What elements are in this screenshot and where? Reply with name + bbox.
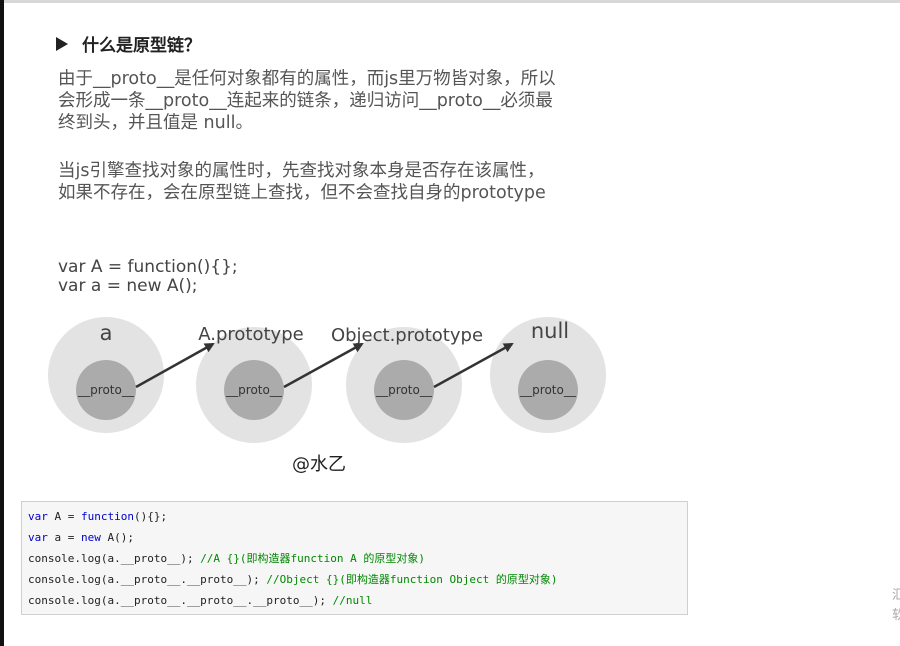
prototype-chain-diagram: a __proto__ A.prototype __proto__ Object…: [0, 310, 700, 480]
code-line: var a = new A();: [28, 529, 687, 550]
diagram-node-null: null __proto__: [490, 317, 606, 433]
section-heading: 什么是原型链？: [56, 31, 201, 56]
code-comment: //A {}(即构造器function A 的原型对象): [200, 552, 426, 565]
node-inner-label: __proto__: [519, 383, 577, 397]
diagram-node-a-prototype: A.prototype __proto__: [196, 324, 312, 443]
diagram-node-object-prototype: Object.prototype __proto__: [331, 325, 483, 443]
heading-text: 什么是原型链？: [82, 36, 201, 56]
cropped-char: 汇: [892, 588, 900, 603]
paragraph-line: 当js引擎查找对象的属性时，先查找对象本身是否存在该属性，: [58, 161, 545, 181]
sample-code-line: var a = new A();: [58, 276, 198, 296]
author-watermark: @水乙: [292, 454, 346, 475]
code-comment: //Object {}(即构造器function Object 的原型对象): [266, 573, 558, 586]
sample-code-line: var A = function(){};: [58, 257, 238, 277]
node-label: a: [100, 321, 113, 345]
node-inner-label: __proto__: [77, 383, 135, 397]
cropped-char: 软: [892, 608, 900, 623]
code-text: console.log(a.__proto__.__proto__);: [28, 573, 267, 586]
paragraph-line: 会形成一条__proto__连起来的链条，递归访问__proto__必须最: [58, 91, 553, 111]
node-inner-label: __proto__: [375, 383, 433, 397]
code-text: (){};: [133, 510, 168, 523]
code-keyword: var: [28, 510, 48, 523]
code-text: A =: [47, 510, 81, 523]
code-comment: //null: [332, 594, 373, 607]
paragraph-lookup: 当js引擎查找对象的属性时，先查找对象本身是否存在该属性， 如果不存在，会在原型…: [58, 160, 546, 204]
code-line: console.log(a.__proto__.__proto__); //Ob…: [28, 571, 687, 592]
top-divider: [0, 0, 900, 3]
cropped-sidebar-text: 汇 软: [892, 586, 900, 626]
node-label: Object.prototype: [331, 325, 483, 346]
code-text: a =: [47, 531, 81, 544]
code-text: console.log(a.__proto__.__proto__.__prot…: [28, 594, 333, 607]
code-line: console.log(a.__proto__); //A {}(即构造器fun…: [28, 550, 687, 571]
paragraph-line: 如果不存在，会在原型链上查找，但不会查找自身的prototype: [58, 183, 546, 203]
code-keyword: function: [81, 510, 134, 523]
code-line: var A = function(){};: [28, 508, 687, 529]
triangle-bullet-icon: [56, 36, 68, 51]
code-line: console.log(a.__proto__.__proto__.__prot…: [28, 592, 687, 613]
node-label: A.prototype: [198, 324, 303, 345]
paragraph-line: 终到头，并且值是 null。: [58, 113, 253, 133]
paragraph-proto-chain: 由于__proto__是任何对象都有的属性，而js里万物皆对象，所以 会形成一条…: [58, 68, 556, 134]
node-label: null: [531, 319, 569, 343]
code-block: var A = function(){}; var a = new A(); c…: [21, 501, 688, 615]
code-keyword: new: [81, 531, 101, 544]
code-keyword: var: [28, 531, 48, 544]
node-inner-label: __proto__: [225, 383, 283, 397]
diagram-node-a: a __proto__: [48, 317, 164, 433]
code-text: A();: [100, 531, 134, 544]
code-text: console.log(a.__proto__);: [28, 552, 201, 565]
paragraph-line: 由于__proto__是任何对象都有的属性，而js里万物皆对象，所以: [58, 69, 556, 89]
